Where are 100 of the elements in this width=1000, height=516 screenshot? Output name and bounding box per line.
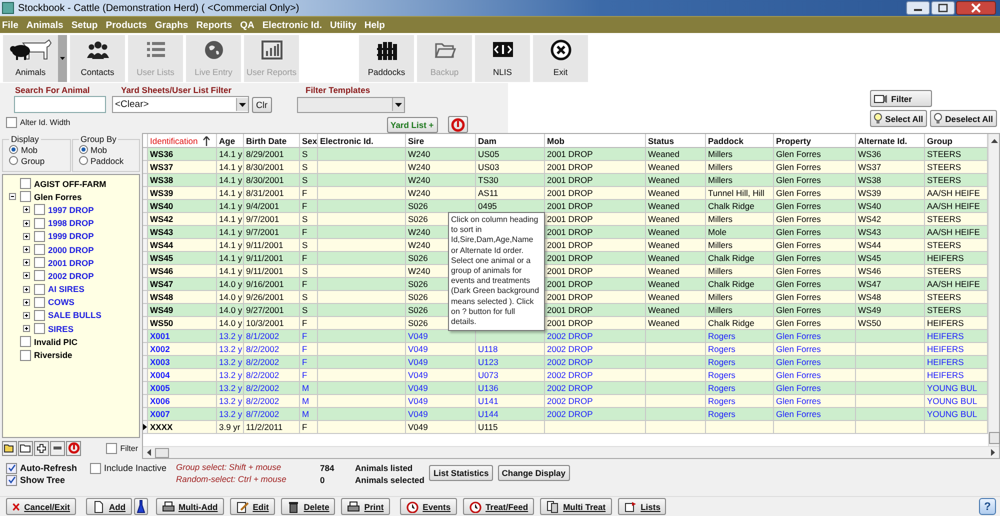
tree-item[interactable]: AI SIRES [48, 284, 84, 294]
expand-button[interactable] [34, 440, 49, 456]
expander-icon[interactable] [23, 286, 30, 293]
folder-button[interactable] [18, 440, 33, 456]
open-folder-button[interactable] [2, 440, 17, 456]
tree-item[interactable]: AGIST OFF-FARM [34, 178, 106, 189]
tree-checkbox[interactable] [20, 350, 31, 361]
collapse-button[interactable] [50, 440, 65, 456]
expander-icon[interactable] [23, 272, 30, 280]
expander-icon[interactable] [23, 220, 30, 227]
toolbar-button[interactable]: Exit [533, 35, 588, 82]
menu-item[interactable]: Setup [71, 20, 98, 30]
search-field[interactable] [14, 96, 106, 113]
action-button[interactable]: Delete [280, 498, 336, 515]
select-all-button[interactable]: Select All [870, 110, 928, 127]
tree-item[interactable]: 1998 DROP [48, 218, 94, 228]
action-button[interactable]: Cancel/Exit [6, 498, 76, 515]
action-button[interactable]: Print [341, 498, 390, 515]
tree-checkbox[interactable] [34, 218, 45, 229]
checkbox[interactable] [106, 442, 118, 454]
tree-checkbox[interactable] [34, 323, 45, 334]
expander-icon[interactable] [23, 206, 30, 214]
yard-list-button[interactable]: Yard List + [386, 116, 438, 132]
action-button[interactable]: Treat/Feed [462, 498, 534, 515]
filter-dropdown[interactable]: <Clear> [112, 96, 249, 113]
checkbox[interactable] [6, 462, 17, 474]
menu-item[interactable]: Utility [330, 20, 356, 30]
action-button[interactable]: Edit [230, 498, 275, 515]
expander-icon[interactable] [23, 325, 30, 332]
radio-button[interactable] [9, 156, 18, 165]
scroll-left-icon[interactable] [147, 449, 151, 456]
horizontal-scrollbar[interactable] [143, 446, 999, 458]
templates-dropdown[interactable] [296, 96, 404, 113]
menu-item[interactable]: Products [106, 20, 147, 30]
tree-item[interactable]: 2001 DROP [48, 258, 94, 268]
action-button[interactable]: Multi Treat [540, 498, 612, 515]
help-button[interactable]: ? [979, 498, 996, 515]
tree-item[interactable]: SALE BULLS [48, 310, 102, 320]
tree-item[interactable]: 2002 DROP [48, 270, 94, 281]
radio-button[interactable] [9, 145, 18, 154]
vertical-scrollbar[interactable] [988, 134, 999, 446]
tree-checkbox[interactable] [34, 296, 45, 308]
radio-button[interactable] [78, 145, 88, 154]
toolbar-button[interactable]: NLIS [475, 35, 530, 82]
expander-icon[interactable] [23, 312, 30, 319]
deselect-all-button[interactable]: Deselect All [930, 110, 997, 127]
refresh-button[interactable] [66, 440, 81, 456]
action-button[interactable]: Lists [618, 498, 666, 515]
action-button[interactable]: Add [86, 498, 132, 515]
expander-icon[interactable] [23, 246, 30, 254]
menu-item[interactable]: QA [240, 20, 254, 30]
toolbar-button[interactable]: Contacts [70, 35, 125, 82]
menu-item[interactable]: Help [364, 20, 385, 30]
tree-checkbox[interactable] [20, 178, 31, 190]
tree-checkbox[interactable] [34, 257, 45, 268]
tree-item[interactable]: 1997 DROP [48, 204, 94, 215]
tree-item[interactable]: Invalid PIC [34, 336, 78, 347]
checkbox[interactable] [6, 474, 17, 486]
expander-icon[interactable] [23, 232, 30, 240]
status-button[interactable]: List Statistics [429, 465, 493, 481]
action-button[interactable]: Multi-Add [156, 498, 224, 515]
expander-icon[interactable] [9, 193, 16, 200]
tree-item[interactable]: 1999 DROP [48, 231, 94, 242]
tree-checkbox[interactable] [34, 270, 45, 282]
tree-checkbox[interactable] [20, 336, 31, 348]
tree-item[interactable]: 2000 DROP [48, 244, 94, 255]
expander-icon[interactable] [23, 259, 30, 266]
action-button[interactable]: Events [400, 498, 457, 515]
filter-button[interactable]: Filter [870, 90, 932, 107]
tree-checkbox[interactable] [34, 204, 45, 216]
checkbox[interactable] [6, 117, 17, 128]
maximize-icon[interactable] [931, 1, 955, 15]
tree-checkbox[interactable] [34, 284, 45, 295]
checkbox[interactable] [90, 462, 101, 474]
icon-button[interactable] [134, 498, 148, 515]
scroll-up-icon[interactable] [990, 139, 998, 143]
menu-item[interactable]: Graphs [154, 20, 188, 30]
menu-item[interactable]: File [2, 20, 18, 30]
clear-button[interactable]: Clr [252, 96, 272, 112]
toolbar-button[interactable]: Paddocks [359, 35, 414, 82]
status-button[interactable]: Change Display [498, 465, 570, 481]
scroll-thumb[interactable] [155, 448, 169, 458]
tree-checkbox[interactable] [34, 230, 45, 242]
tree-item[interactable]: Glen Forres [34, 192, 82, 202]
tree-checkbox[interactable] [20, 191, 31, 202]
radio-button[interactable] [78, 156, 88, 165]
minimize-icon[interactable] [906, 1, 930, 15]
scroll-thumb[interactable] [988, 432, 1000, 444]
tree-checkbox[interactable] [34, 244, 45, 256]
close-icon[interactable] [956, 1, 996, 15]
tree-item[interactable]: SIRES [48, 324, 74, 334]
tree-item[interactable]: COWS [48, 297, 74, 308]
tree-checkbox[interactable] [34, 310, 45, 321]
scroll-right-icon[interactable] [991, 449, 995, 456]
menu-item[interactable]: Animals [26, 20, 64, 30]
refresh-button[interactable] [448, 116, 468, 133]
toolbar-button[interactable]: Animals [3, 35, 58, 82]
menu-item[interactable]: Electronic Id. [262, 20, 322, 30]
tree-item[interactable]: Riverside [34, 350, 72, 360]
expander-icon[interactable] [23, 298, 30, 306]
